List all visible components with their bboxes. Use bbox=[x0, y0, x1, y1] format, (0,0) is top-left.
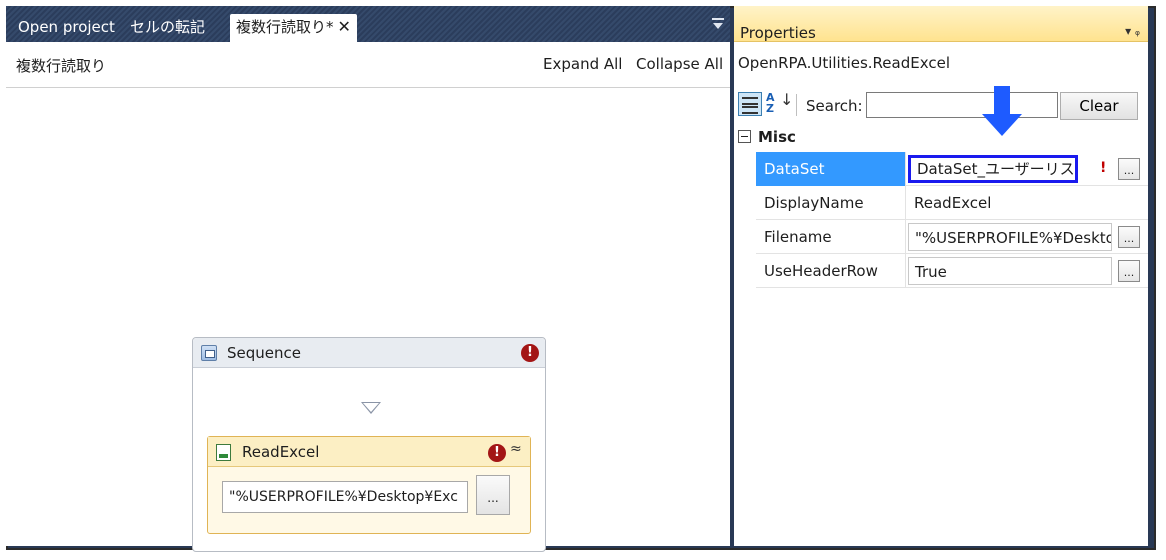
tab-cell-transfer[interactable]: セルの転記 bbox=[122, 14, 213, 40]
displayname-value-input[interactable]: ReadExcel bbox=[908, 189, 1112, 217]
filename-browse-button[interactable]: ... bbox=[1118, 226, 1140, 248]
readexcel-activity[interactable]: ReadExcel ! ≈ "%USERPROFILE%¥Desktop¥Exc… bbox=[207, 436, 531, 534]
error-icon[interactable]: ! bbox=[521, 344, 539, 362]
document-tabstrip: Open project セルの転記 複数行読取り* ✕ bbox=[6, 6, 730, 42]
properties-toolbar: A Z ↓ Search: Clear bbox=[734, 88, 1148, 124]
collapse-all-link[interactable]: Collapse All bbox=[636, 55, 723, 73]
sequence-icon bbox=[201, 345, 217, 361]
property-name[interactable]: UseHeaderRow bbox=[756, 254, 906, 288]
readexcel-header[interactable]: ReadExcel ! ≈ bbox=[208, 437, 530, 467]
excel-icon bbox=[216, 444, 231, 461]
dataset-browse-button[interactable]: ... bbox=[1118, 158, 1140, 180]
collapse-category-icon[interactable] bbox=[738, 130, 751, 143]
property-row-dataset[interactable]: DataSet DataSet_ユーザーリスト ! ... bbox=[756, 152, 1148, 186]
close-icon[interactable]: ✕ bbox=[338, 17, 351, 36]
arrow-shaft bbox=[994, 86, 1010, 116]
toolbar-divider bbox=[796, 94, 797, 116]
property-name[interactable]: DataSet bbox=[756, 152, 906, 186]
designer-header: 複数行読取り Expand All Collapse All bbox=[6, 42, 730, 88]
sequence-title: Sequence bbox=[227, 344, 301, 362]
properties-title: Properties bbox=[740, 24, 816, 42]
property-grid: Misc DataSet DataSet_ユーザーリスト ! ... Displ… bbox=[734, 126, 1148, 546]
sequence-header[interactable]: Sequence ! bbox=[193, 338, 545, 368]
property-name[interactable]: Filename bbox=[756, 220, 906, 254]
drop-target-arrow-icon[interactable] bbox=[361, 402, 381, 414]
filename-input[interactable]: "%USERPROFILE%¥Desktop¥Exc bbox=[222, 481, 468, 513]
useheaderrow-browse-button[interactable]: ... bbox=[1118, 260, 1140, 282]
designer-pane: Open project セルの転記 複数行読取り* ✕ 複数行読取り Expan… bbox=[6, 6, 730, 552]
designer-breadcrumb: 複数行読取り bbox=[16, 57, 107, 75]
workflow-designer[interactable]: 複数行読取り Expand All Collapse All Sequence … bbox=[6, 42, 730, 552]
tab-open-project[interactable]: Open project bbox=[10, 14, 123, 40]
property-row-displayname[interactable]: DisplayName ReadExcel bbox=[756, 186, 1148, 220]
properties-pane: Properties ▾ ᵩ OpenRPA.Utilities.ReadExc… bbox=[734, 6, 1148, 546]
categorized-view-icon[interactable] bbox=[738, 92, 762, 116]
tab-menu-icon[interactable] bbox=[712, 18, 724, 32]
filename-value-input[interactable]: "%USERPROFILE%¥Deskto bbox=[908, 223, 1112, 251]
arrow-head bbox=[982, 114, 1022, 136]
collapse-chevron-icon[interactable]: ≈ bbox=[510, 441, 522, 457]
readexcel-title: ReadExcel bbox=[242, 443, 320, 461]
tab-active-workflow[interactable]: 複数行読取り* ✕ bbox=[230, 14, 357, 42]
expand-all-link[interactable]: Expand All bbox=[543, 55, 622, 73]
annotation-down-arrow-icon bbox=[982, 86, 1022, 142]
properties-titlebar: Properties ▾ ᵩ bbox=[734, 6, 1148, 42]
category-misc[interactable]: Misc bbox=[734, 126, 1148, 152]
sequence-activity[interactable]: Sequence ! ReadExcel ! ≈ "%USERPROFILE%¥… bbox=[192, 337, 546, 552]
dataset-value-input[interactable]: DataSet_ユーザーリスト bbox=[908, 155, 1078, 183]
search-label: Search: bbox=[806, 97, 863, 115]
tab-active-label: 複数行読取り* bbox=[236, 18, 334, 36]
category-label: Misc bbox=[758, 128, 796, 146]
search-input[interactable] bbox=[866, 92, 1058, 118]
property-row-useheaderrow[interactable]: UseHeaderRow True ... bbox=[756, 254, 1148, 288]
property-row-filename[interactable]: Filename "%USERPROFILE%¥Deskto ... bbox=[756, 220, 1148, 254]
error-icon: ! bbox=[1100, 160, 1107, 176]
error-icon[interactable]: ! bbox=[488, 444, 506, 462]
clear-button[interactable]: Clear bbox=[1060, 92, 1138, 120]
useheaderrow-value-input[interactable]: True bbox=[908, 257, 1112, 285]
alphabetical-sort-icon[interactable]: A Z ↓ bbox=[766, 92, 793, 116]
property-name[interactable]: DisplayName bbox=[756, 186, 906, 220]
filename-browse-button[interactable]: ... bbox=[476, 475, 510, 515]
pin-icon[interactable]: ▾ ᵩ bbox=[1125, 24, 1140, 38]
selected-object-type: OpenRPA.Utilities.ReadExcel bbox=[738, 54, 950, 72]
